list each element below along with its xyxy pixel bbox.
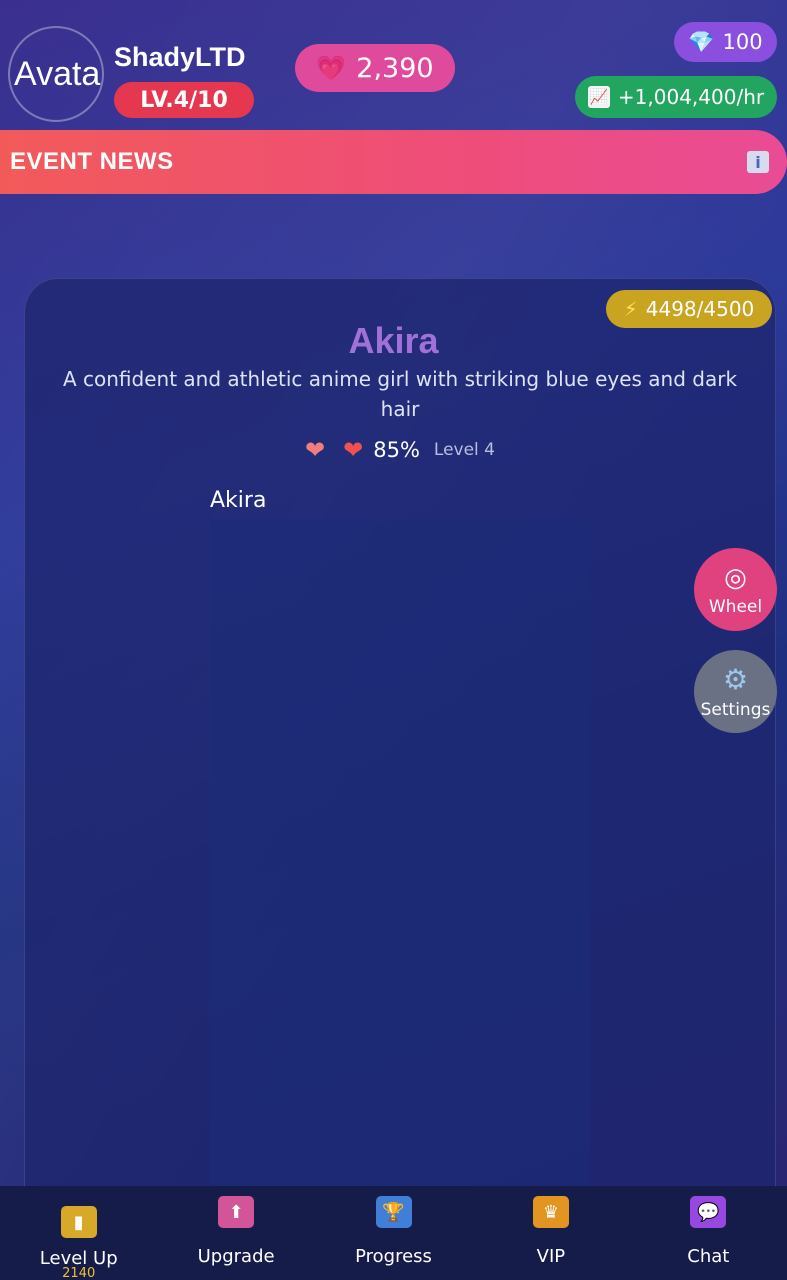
income-value: +1,004,400/hr — [617, 85, 765, 109]
arrow-up-icon: ⬆ — [218, 1196, 255, 1228]
username: ShadyLTD — [114, 42, 246, 72]
income-rate[interactable]: 📈 +1,004,400/hr — [575, 76, 777, 118]
nav-label: Chat — [687, 1246, 730, 1267]
gem-icon: 💎 — [688, 29, 715, 54]
wheel-label: Wheel — [708, 596, 763, 617]
event-news-bar[interactable]: EVENT NEWS i — [0, 130, 787, 194]
portrait-alt-text: Akira — [210, 488, 267, 513]
nav-progress[interactable]: 🏆 Progress — [315, 1186, 472, 1280]
character-level: Level 4 — [433, 440, 495, 460]
settings-label: Settings — [700, 700, 771, 720]
affection-percent: 85% — [373, 438, 420, 462]
heart-icon: ❤ — [305, 436, 326, 464]
bar-chart-icon: ▮ — [60, 1206, 97, 1238]
nav-label: VIP — [536, 1246, 566, 1267]
nav-label: Progress — [355, 1246, 432, 1267]
avatar-alt-text: Avatar — [14, 54, 104, 93]
wheel-button[interactable]: ◎ Wheel — [694, 548, 777, 631]
hearts-counter[interactable]: 💗 2,390 — [295, 44, 455, 92]
avatar[interactable]: Avatar — [8, 26, 104, 122]
nav-chat[interactable]: 💬 Chat — [630, 1186, 787, 1280]
level-badge: LV.4/10 — [114, 82, 254, 118]
character-portrait[interactable] — [210, 520, 590, 1186]
gems-value: 100 — [722, 30, 763, 54]
gems-counter[interactable]: 💎 100 — [674, 22, 777, 62]
settings-button[interactable]: ⚙ Settings — [694, 650, 777, 733]
character-description: A confident and athletic anime girl with… — [62, 367, 738, 421]
heart-icon: ❤ — [343, 436, 364, 464]
gear-icon: ⚙ — [722, 663, 749, 696]
heart-icon: 💗 — [316, 54, 347, 82]
energy-value: 4498/4500 — [645, 297, 755, 321]
affection-row: ❤ ❤ 85% Level 4 — [0, 436, 787, 464]
target-icon: ◎ — [724, 562, 747, 593]
crown-icon: ♛ — [532, 1196, 569, 1228]
nav-level-up[interactable]: ▮ Level Up 2140 — [0, 1186, 157, 1280]
chart-up-icon: 📈 — [587, 86, 610, 108]
chat-bubble-icon: 💬 — [690, 1196, 727, 1228]
event-news-title: EVENT NEWS — [10, 148, 174, 175]
nav-vip[interactable]: ♛ VIP — [472, 1186, 629, 1280]
info-icon[interactable]: i — [747, 151, 769, 173]
nav-upgrade[interactable]: ⬆ Upgrade — [157, 1186, 314, 1280]
bottom-nav: ▮ Level Up 2140 ⬆ Upgrade 🏆 Progress ♛ V… — [0, 1186, 787, 1280]
lightning-icon: ⚡ — [623, 297, 638, 321]
hearts-value: 2,390 — [356, 52, 434, 84]
nav-label: Upgrade — [197, 1246, 275, 1267]
character-name: Akira — [348, 320, 439, 361]
nav-sub-value: 2140 — [62, 1266, 96, 1280]
trophy-icon: 🏆 — [375, 1196, 412, 1228]
